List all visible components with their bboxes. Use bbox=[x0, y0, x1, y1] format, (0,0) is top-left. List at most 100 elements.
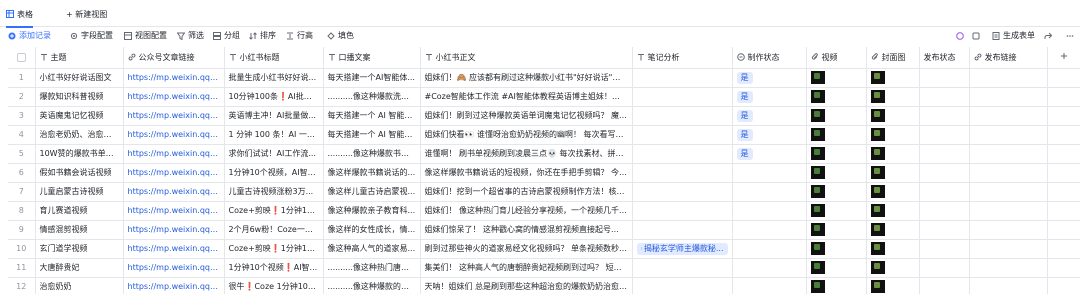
cell-publink[interactable] bbox=[969, 68, 1048, 88]
cell-cover[interactable] bbox=[866, 258, 920, 278]
cell-video[interactable] bbox=[806, 163, 867, 183]
cell-video[interactable] bbox=[806, 239, 867, 259]
table-row[interactable]: 10 玄门道学视频 https://mp.weixin.qq.co... Coze+剪… bbox=[8, 239, 1080, 259]
cell-status[interactable] bbox=[732, 220, 807, 240]
cell-topic[interactable]: 小红书好好说话图文 bbox=[35, 68, 124, 88]
cell-video[interactable] bbox=[806, 106, 867, 126]
cell-link[interactable]: https://mp.weixin.qq.co... bbox=[123, 277, 225, 294]
column-header[interactable]: 笔记分析 bbox=[632, 47, 733, 69]
cell-cover[interactable] bbox=[866, 106, 920, 126]
cell-title[interactable]: 批量生成小红书好好说... bbox=[224, 68, 324, 88]
table-row[interactable]: 6 假如书籍会说话视频 https://mp.weixin.qq.co... 1分钟1… bbox=[8, 163, 1080, 183]
cell-status[interactable] bbox=[732, 239, 807, 259]
cover-thumbnail[interactable] bbox=[870, 185, 885, 198]
cover-thumbnail[interactable] bbox=[870, 166, 885, 179]
cell-body[interactable]: 姐妹们！🙈 应该都有刷过这种爆款小红书"好好说话"图文... bbox=[420, 68, 633, 88]
cell-link[interactable]: https://mp.weixin.qq.co... bbox=[123, 239, 225, 259]
video-thumbnail[interactable] bbox=[810, 71, 825, 84]
cell-analysis[interactable] bbox=[632, 182, 733, 202]
cell-status[interactable] bbox=[732, 163, 807, 183]
cell-script[interactable]: 像这种高人气的道家易... bbox=[323, 239, 421, 259]
cell-pub[interactable] bbox=[919, 258, 970, 278]
cell-video[interactable] bbox=[806, 201, 867, 221]
cell-link[interactable]: https://mp.weixin.qq.co... bbox=[123, 258, 225, 278]
cell-title[interactable]: 求你们试试！AI工作流... bbox=[224, 144, 324, 164]
cell-status[interactable]: 是 bbox=[732, 68, 807, 88]
cell-topic[interactable]: 英语魔鬼记忆视频 bbox=[35, 106, 124, 126]
fill-color-button[interactable]: 填色 bbox=[327, 27, 354, 44]
table-row[interactable]: 5 10W赞的爆款书单全... https://mp.weixin.qq.co...… bbox=[8, 144, 1080, 164]
column-header[interactable]: 小红书标题 bbox=[224, 47, 324, 69]
column-header[interactable]: 口播文案 bbox=[323, 47, 421, 69]
cell-pub[interactable] bbox=[919, 277, 970, 294]
cell-analysis[interactable] bbox=[632, 163, 733, 183]
table-row[interactable]: 12 治愈奶奶 https://mp.weixin.qq.co... 很牛❗Coze … bbox=[8, 277, 1080, 294]
video-thumbnail[interactable] bbox=[810, 90, 825, 103]
cell-topic[interactable]: 玄门道学视频 bbox=[35, 239, 124, 259]
column-header[interactable]: 公众号文章链接 bbox=[123, 47, 225, 69]
cell-body[interactable]: 像这样爆款书籍说话的短视频，你还在手把手剪辑？ 今天... bbox=[420, 163, 633, 183]
cell-title[interactable]: Coze+剪映❗1分钟10... bbox=[224, 239, 324, 259]
cell-topic[interactable]: 育儿赛道视频 bbox=[35, 201, 124, 221]
add-column-button[interactable] bbox=[1047, 47, 1080, 69]
video-thumbnail[interactable] bbox=[810, 147, 825, 160]
table-row[interactable]: 11 大唐醉贵妃 https://mp.weixin.qq.co... 1分钟10个视… bbox=[8, 258, 1080, 278]
cell-analysis[interactable] bbox=[632, 258, 733, 278]
cover-thumbnail[interactable] bbox=[870, 109, 885, 122]
generate-form-button[interactable]: 生成表单 bbox=[992, 27, 1035, 44]
column-header[interactable]: 视频 bbox=[806, 47, 867, 69]
ai-assistant-button[interactable] bbox=[956, 27, 964, 44]
cell-publink[interactable] bbox=[969, 277, 1048, 294]
cell-topic[interactable]: 治愈奶奶 bbox=[35, 277, 124, 294]
cover-thumbnail[interactable] bbox=[870, 90, 885, 103]
cell-script[interactable]: 每天搭建一个 AI 智能体... bbox=[323, 106, 421, 126]
table-row[interactable]: 4 治愈老奶奶、治愈老... https://mp.weixin.qq.co... 1… bbox=[8, 125, 1080, 145]
column-header[interactable]: 主题 bbox=[35, 47, 124, 69]
add-record-button[interactable]: 添加记录 bbox=[8, 27, 51, 44]
cell-script[interactable]: 每天搭建一个 AI 智能体... bbox=[323, 125, 421, 145]
cover-thumbnail[interactable] bbox=[870, 71, 885, 84]
cell-body[interactable]: 姐妹们惊呆了！ 这种戳心窝的情感混剪视频直接起号... bbox=[420, 220, 633, 240]
sort-button[interactable]: 排序 bbox=[249, 27, 276, 44]
cell-title[interactable]: 英语博主冲！AI批量做... bbox=[224, 106, 324, 126]
cell-title[interactable]: 儿童古诗视频涨粉3万... bbox=[224, 182, 324, 202]
cover-thumbnail[interactable] bbox=[870, 261, 885, 274]
cell-pub[interactable] bbox=[919, 87, 970, 107]
cover-thumbnail[interactable] bbox=[870, 280, 885, 293]
cell-analysis[interactable] bbox=[632, 87, 733, 107]
cell-cover[interactable] bbox=[866, 163, 920, 183]
column-header[interactable]: 制作状态 bbox=[732, 47, 807, 69]
view-config-button[interactable]: 视图配置 bbox=[124, 27, 167, 44]
cell-body[interactable]: 集美们！ 这种高人气的唐朝醉贵妃视频刷到过吗？ 短短几... bbox=[420, 258, 633, 278]
cell-cover[interactable] bbox=[866, 68, 920, 88]
cell-publink[interactable] bbox=[969, 258, 1048, 278]
cell-analysis[interactable]: 揭秘玄学师主爆款秘... bbox=[632, 239, 733, 259]
video-thumbnail[interactable] bbox=[810, 261, 825, 274]
cell-link[interactable]: https://mp.weixin.qq.co... bbox=[123, 68, 225, 88]
cell-topic[interactable]: 治愈老奶奶、治愈老... bbox=[35, 125, 124, 145]
cell-title[interactable]: 很牛❗Coze 1分钟10个... bbox=[224, 277, 324, 294]
cell-status[interactable]: 是 bbox=[732, 87, 807, 107]
cell-video[interactable] bbox=[806, 220, 867, 240]
cell-pub[interactable] bbox=[919, 68, 970, 88]
cell-video[interactable] bbox=[806, 68, 867, 88]
cell-publink[interactable] bbox=[969, 239, 1048, 259]
cell-script[interactable]: ..........像这种爆款的治愈系... bbox=[323, 277, 421, 294]
cell-body[interactable]: 天呐！姐妹们 总是刷到那些这种超治愈的爆款奶奶治愈系... bbox=[420, 277, 633, 294]
checkbox[interactable] bbox=[16, 52, 26, 62]
cell-pub[interactable] bbox=[919, 239, 970, 259]
cell-topic[interactable]: 情感混剪视频 bbox=[35, 220, 124, 240]
cell-pub[interactable] bbox=[919, 163, 970, 183]
tab-table-view[interactable]: 表格 bbox=[6, 7, 33, 28]
cell-video[interactable] bbox=[806, 144, 867, 164]
cell-cover[interactable] bbox=[866, 87, 920, 107]
cell-status[interactable] bbox=[732, 258, 807, 278]
cell-body[interactable]: 姐妹们快看👀 谁懂呀治愈奶奶视频的幽啊！ 每次看写文... bbox=[420, 125, 633, 145]
cell-topic[interactable]: 爆款知识科普视频 bbox=[35, 87, 124, 107]
cell-cover[interactable] bbox=[866, 277, 920, 294]
cell-publink[interactable] bbox=[969, 106, 1048, 126]
cell-cover[interactable] bbox=[866, 239, 920, 259]
table-row[interactable]: 8 育儿赛道视频 https://mp.weixin.qq.co... Coze+剪映… bbox=[8, 201, 1080, 221]
group-button[interactable]: 分组 bbox=[213, 27, 240, 44]
cover-thumbnail[interactable] bbox=[870, 223, 885, 236]
